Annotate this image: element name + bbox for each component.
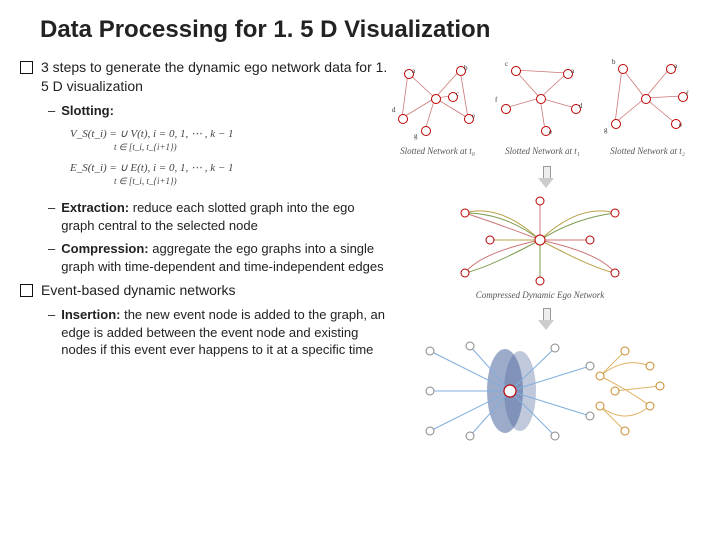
bullet-1-text: 3 steps to generate the dynamic ego netw… xyxy=(41,58,390,96)
formula-subscript-2: t ∈ [t_i, t_{i+1}) xyxy=(114,174,390,189)
mini-graph-t2: b a g e f xyxy=(600,58,695,143)
slide-title: Data Processing for 1. 5 D Visualization xyxy=(40,16,702,44)
sub-slotting-label: Slotting: xyxy=(61,103,114,118)
square-bullet-icon xyxy=(20,284,33,297)
bullet-2-text: Event-based dynamic networks xyxy=(41,281,236,300)
sub-extraction: – Extraction: reduce each slotted graph … xyxy=(48,199,390,234)
slide: Data Processing for 1. 5 D Visualization… xyxy=(0,0,720,540)
caption-t1: Slotted Network at t₁ xyxy=(490,146,595,156)
sub-insertion-label: Insertion: xyxy=(61,307,120,322)
arrow-down-icon xyxy=(538,308,554,330)
mini-graph-t0: a b d e g c xyxy=(390,58,485,143)
dash-icon: – xyxy=(48,306,55,359)
arrow-down-icon xyxy=(538,166,554,188)
bullet-1: 3 steps to generate the dynamic ego netw… xyxy=(20,58,390,96)
sub-compression: – Compression: aggregate the ego graphs … xyxy=(48,240,390,275)
sub-insertion: – Insertion: the new event node is added… xyxy=(48,306,390,359)
caption-t2: Slotted Network at t₂ xyxy=(595,146,700,156)
bullet-2: Event-based dynamic networks xyxy=(20,281,390,300)
sub-compression-label: Compression: xyxy=(61,241,148,256)
content-row: 3 steps to generate the dynamic ego netw… xyxy=(20,58,702,365)
left-column: 3 steps to generate the dynamic ego netw… xyxy=(20,58,390,365)
square-bullet-icon xyxy=(20,61,33,74)
caption-ego: Compressed Dynamic Ego Network xyxy=(445,290,635,300)
right-column: a b d e g c Slotted Network at t₀ c a f … xyxy=(390,58,700,365)
formula-subscript-1: t ∈ [t_i, t_{i+1}) xyxy=(114,140,390,155)
mini-graph-t1: c a f d e xyxy=(495,58,590,143)
sub-slotting: – Slotting: xyxy=(48,102,390,120)
dash-icon: – xyxy=(48,199,55,234)
dash-icon: – xyxy=(48,102,55,120)
sub-extraction-label: Extraction: xyxy=(61,200,129,215)
event-network-graph xyxy=(415,336,675,446)
formula-block: V_S(t_i) = ∪ V(t), i = 0, 1, ⋯ , k − 1 t… xyxy=(70,125,390,189)
caption-t0: Slotted Network at t₀ xyxy=(385,146,490,156)
ego-network-graph xyxy=(450,193,630,288)
dash-icon: – xyxy=(48,240,55,275)
